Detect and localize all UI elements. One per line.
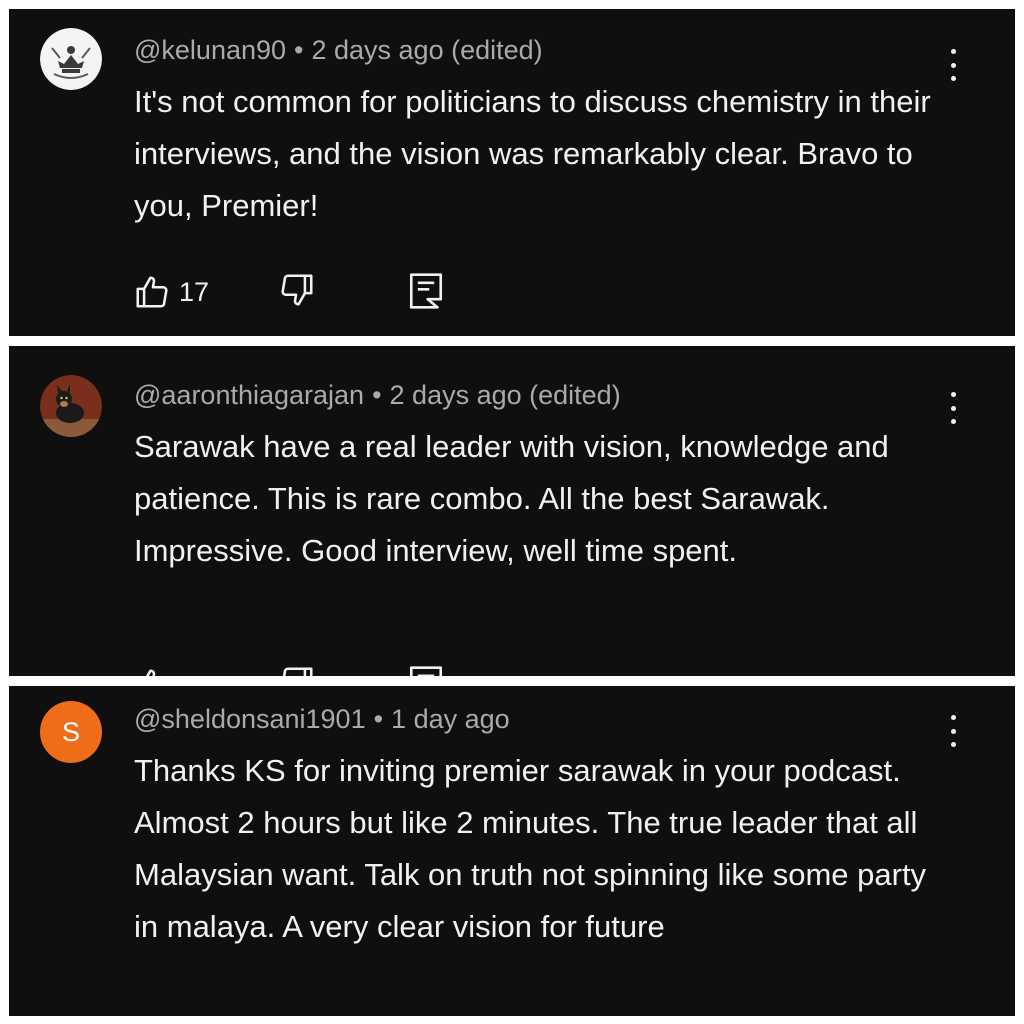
thumbs-down-icon [281,274,313,306]
like-count: 17 [179,276,210,307]
reply-button[interactable] [408,664,444,676]
author-handle[interactable]: @kelunan90 [134,35,286,65]
avatar[interactable] [40,28,102,90]
kebab-dot [950,728,956,734]
comment-meta: @sheldonsani1901 • 1 day ago [134,704,510,735]
thumbs-up-icon [136,276,168,308]
author-handle[interactable]: @sheldonsani1901 [134,704,366,734]
more-options-button[interactable] [941,713,965,749]
kebab-dot [950,715,956,720]
avatar[interactable]: S [40,701,102,763]
avatar[interactable] [40,375,102,437]
kebab-dot [950,405,956,411]
author-handle[interactable]: @aaronthiagarajan [134,380,364,410]
kebab-dot [950,49,956,54]
reply-comment-icon [409,666,443,676]
comment-meta: @aaronthiagarajan • 2 days ago (edited) [134,380,621,411]
reply-button[interactable] [408,271,444,311]
crest-icon [40,28,102,90]
avatar-letter: S [61,716,80,747]
like-button[interactable] [133,666,171,676]
comment-text: It's not common for politicians to discu… [134,84,931,223]
comment-meta: @kelunan90 • 2 days ago (edited) [134,35,543,66]
dislike-button[interactable] [278,664,316,676]
meta-separator: • [373,704,384,734]
kebab-dot [950,392,956,397]
timestamp[interactable]: 2 days ago (edited) [311,35,542,65]
comment-text: Sarawak have a real leader with vision, … [134,429,889,568]
meta-separator: • [294,35,304,65]
like-button[interactable]: 17 [133,273,209,311]
timestamp[interactable]: 2 days ago (edited) [390,380,621,410]
dislike-button[interactable] [278,271,316,309]
dog-photo-icon [40,375,102,437]
timestamp[interactable]: 1 day ago [391,704,510,734]
thumbs-down-icon [282,667,313,676]
reply-comment-icon [409,273,443,309]
comment-card: S @sheldonsani1901 • 1 day ago Thanks KS f… [9,686,1015,1016]
comment-card: @aaronthiagarajan • 2 days ago (edited) Sa… [9,346,1015,676]
thumbs-up-icon [145,669,156,676]
comment-text: Thanks KS for inviting premier sarawak i… [134,753,927,944]
kebab-dot [950,62,956,68]
meta-separator: • [372,380,382,410]
comment-card: @kelunan90 • 2 days ago (edited) It's not … [9,9,1015,336]
